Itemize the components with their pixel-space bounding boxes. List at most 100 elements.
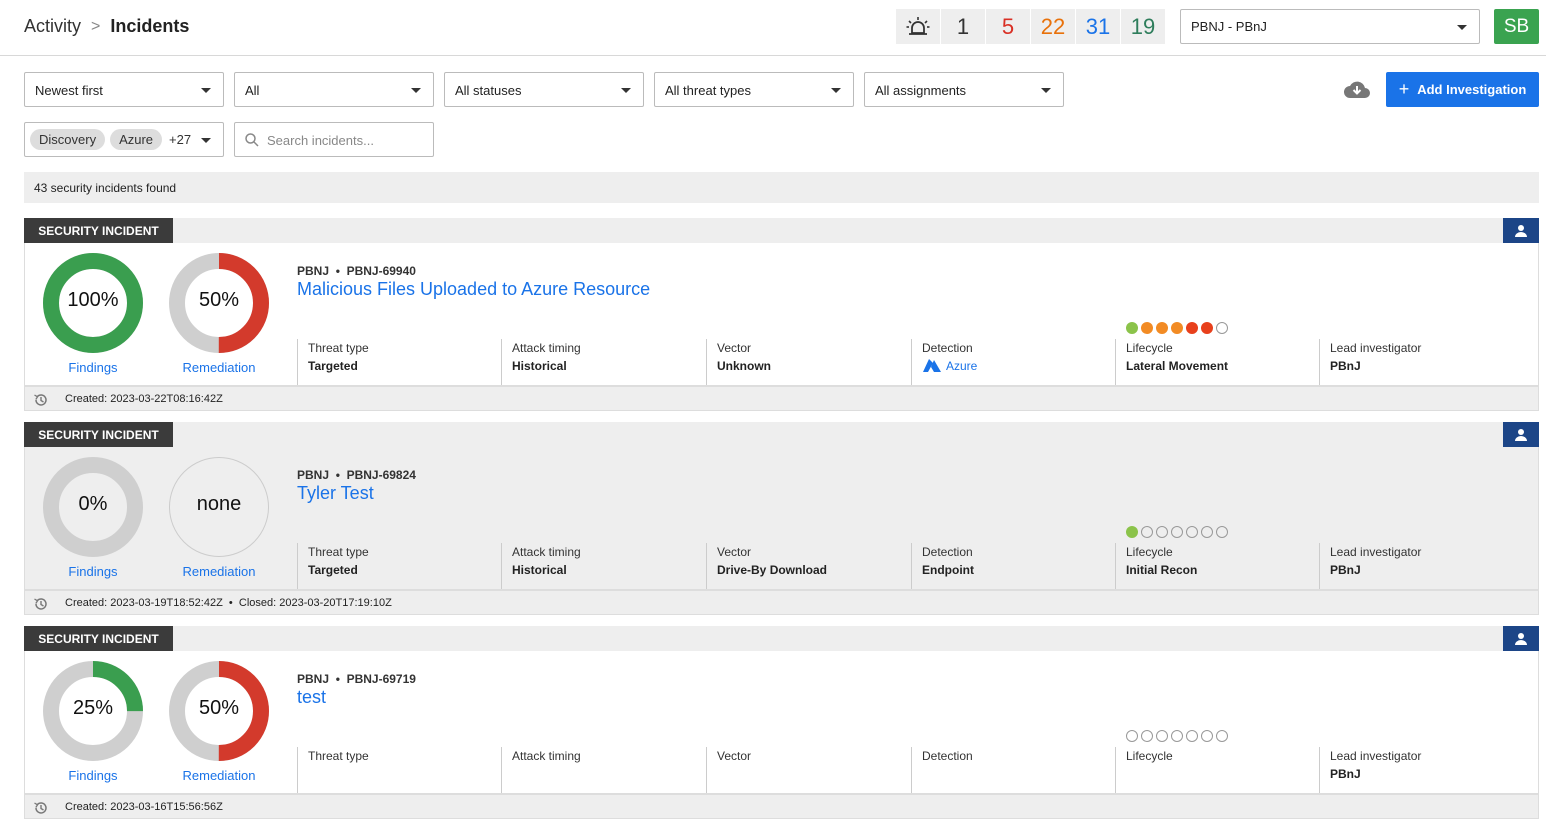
attr-lifecycle: Lifecycle Lateral Movement (1115, 339, 1320, 385)
created-label: Created: (65, 393, 108, 405)
assign-user-button[interactable] (1503, 422, 1539, 447)
alarm-icon[interactable] (896, 9, 940, 44)
counter-2[interactable]: 5 (986, 9, 1030, 44)
tag-filter[interactable]: Discovery Azure +27 (24, 122, 224, 157)
attr-value: Targeted (308, 359, 358, 373)
incident-header: SECURITY INCIDENT (24, 218, 1539, 243)
attr-lead-investigator: Lead investigator PBnJ (1319, 747, 1524, 793)
attr-label: Detection (922, 545, 973, 559)
avatar[interactable]: SB (1494, 9, 1539, 44)
sort-select-value: Newest first (35, 83, 103, 98)
incident-footer: Created: 2023-03-16T15:56:56Z (24, 794, 1539, 819)
history-icon[interactable] (33, 392, 49, 408)
created-label: Created: (65, 801, 108, 813)
attr-value: Historical (512, 563, 567, 577)
detection-value: Azure (946, 359, 978, 373)
attr-value: PBnJ (1330, 767, 1361, 781)
remediation-link[interactable]: Remediation (168, 564, 270, 579)
attr-label: Vector (717, 749, 752, 763)
cloud-download-icon[interactable] (1342, 78, 1372, 100)
breadcrumb-separator: > (91, 17, 101, 35)
sort-select[interactable]: Newest first (24, 72, 224, 107)
attr-threat-type: Threat type Targeted (297, 543, 502, 589)
assignment-select[interactable]: All assignments (864, 72, 1064, 107)
lifecycle-dot-filled (1126, 526, 1138, 538)
lifecycle-dot-empty (1186, 730, 1198, 742)
counter-4[interactable]: 31 (1076, 9, 1120, 44)
lifecycle-dot-filled (1141, 322, 1153, 334)
attr-value: Historical (512, 359, 567, 373)
remediation-percent: 50% (198, 697, 240, 719)
counter-value: 5 (1001, 13, 1015, 39)
attr-lifecycle: Lifecycle (1115, 747, 1320, 793)
assign-user-button[interactable] (1503, 218, 1539, 243)
attr-detection: Detection (911, 747, 1116, 793)
plus-icon: + (1398, 79, 1410, 99)
top-bar: Activity > Incidents 1 5 22 31 19 PBNJ -… (0, 0, 1546, 56)
counter-value: 22 (1040, 13, 1066, 39)
incident-id: PBNJ-69940 (346, 264, 416, 278)
created-timestamp: 2023-03-19T18:52:42Z (110, 597, 223, 609)
remediation-percent: none (196, 493, 242, 515)
incident-title-link[interactable]: test (297, 687, 326, 708)
lifecycle-dot-empty (1171, 730, 1183, 742)
scope-select[interactable]: All (234, 72, 434, 107)
remediation-link[interactable]: Remediation (168, 360, 270, 375)
incident-title-link[interactable]: Malicious Files Uploaded to Azure Resour… (297, 279, 650, 300)
add-investigation-button[interactable]: + Add Investigation (1386, 72, 1539, 107)
incident-id-line: PBNJ • PBNJ-69719 (297, 672, 416, 686)
lifecycle-dot-empty (1201, 526, 1213, 538)
counter-3[interactable]: 22 (1031, 9, 1075, 44)
findings-link[interactable]: Findings (42, 360, 144, 375)
attr-label: Threat type (308, 341, 369, 355)
chevron-down-icon (201, 88, 211, 93)
incident-body: 0% Findings none Remediation PBNJ • PBNJ-698… (24, 447, 1539, 590)
incident-id-line: PBNJ • PBNJ-69940 (297, 264, 416, 278)
counter-value: 31 (1085, 13, 1111, 39)
counter-5[interactable]: 19 (1121, 9, 1165, 44)
history-icon[interactable] (33, 596, 49, 612)
alert-counters: 1 5 22 31 19 (896, 9, 1166, 44)
findings-link[interactable]: Findings (42, 768, 144, 783)
incident-card: SECURITY INCIDENT 100% Findings 50% Remediat… (24, 218, 1539, 414)
history-icon[interactable] (33, 800, 49, 816)
findings-link[interactable]: Findings (42, 564, 144, 579)
scope-select-value: All (245, 83, 260, 98)
lifecycle-dot-filled (1156, 322, 1168, 334)
incident-title-link[interactable]: Tyler Test (297, 483, 374, 504)
lifecycle-dot-filled (1171, 322, 1183, 334)
attr-label: Lifecycle (1126, 749, 1173, 763)
search-input[interactable]: Search incidents... (234, 122, 434, 157)
closed-timestamp: 2023-03-20T17:19:10Z (279, 597, 392, 609)
attr-attack-timing: Attack timing (501, 747, 706, 793)
incident-body: 100% Findings 50% Remediation PBNJ • PBNJ-69… (24, 243, 1539, 386)
search-placeholder: Search incidents... (267, 133, 374, 148)
attr-label: Vector (717, 545, 752, 559)
remediation-percent: 50% (198, 289, 240, 311)
lifecycle-dot-empty (1186, 526, 1198, 538)
attr-value: Endpoint (922, 563, 974, 577)
user-icon (1515, 632, 1527, 645)
lifecycle-dot-filled (1186, 322, 1198, 334)
tag-chip[interactable]: Azure (110, 129, 163, 150)
assign-user-button[interactable] (1503, 626, 1539, 651)
incident-id: PBNJ-69824 (346, 468, 416, 482)
attr-value: PBnJ (1330, 563, 1361, 577)
attr-label: Lead investigator (1330, 545, 1422, 559)
chevron-down-icon (201, 138, 211, 143)
org-select[interactable]: PBNJ - PBnJ (1180, 9, 1480, 44)
closed-label: Closed: (238, 597, 277, 609)
tag-chip[interactable]: Discovery (30, 129, 106, 150)
incident-footer: Created: 2023-03-22T08:16:42Z (24, 386, 1539, 411)
breadcrumb-activity-link[interactable]: Activity (24, 16, 81, 37)
attr-value: Initial Recon (1126, 563, 1198, 577)
status-select[interactable]: All statuses (444, 72, 644, 107)
attr-vector: Vector Unknown (706, 339, 911, 385)
chevron-down-icon (1457, 25, 1467, 30)
tag-more-count: +27 (169, 132, 192, 147)
counter-value: 19 (1130, 13, 1156, 39)
created-timestamp: 2023-03-22T08:16:42Z (110, 393, 223, 405)
remediation-link[interactable]: Remediation (168, 768, 270, 783)
counter-1[interactable]: 1 (941, 9, 985, 44)
threat-type-select[interactable]: All threat types (654, 72, 854, 107)
